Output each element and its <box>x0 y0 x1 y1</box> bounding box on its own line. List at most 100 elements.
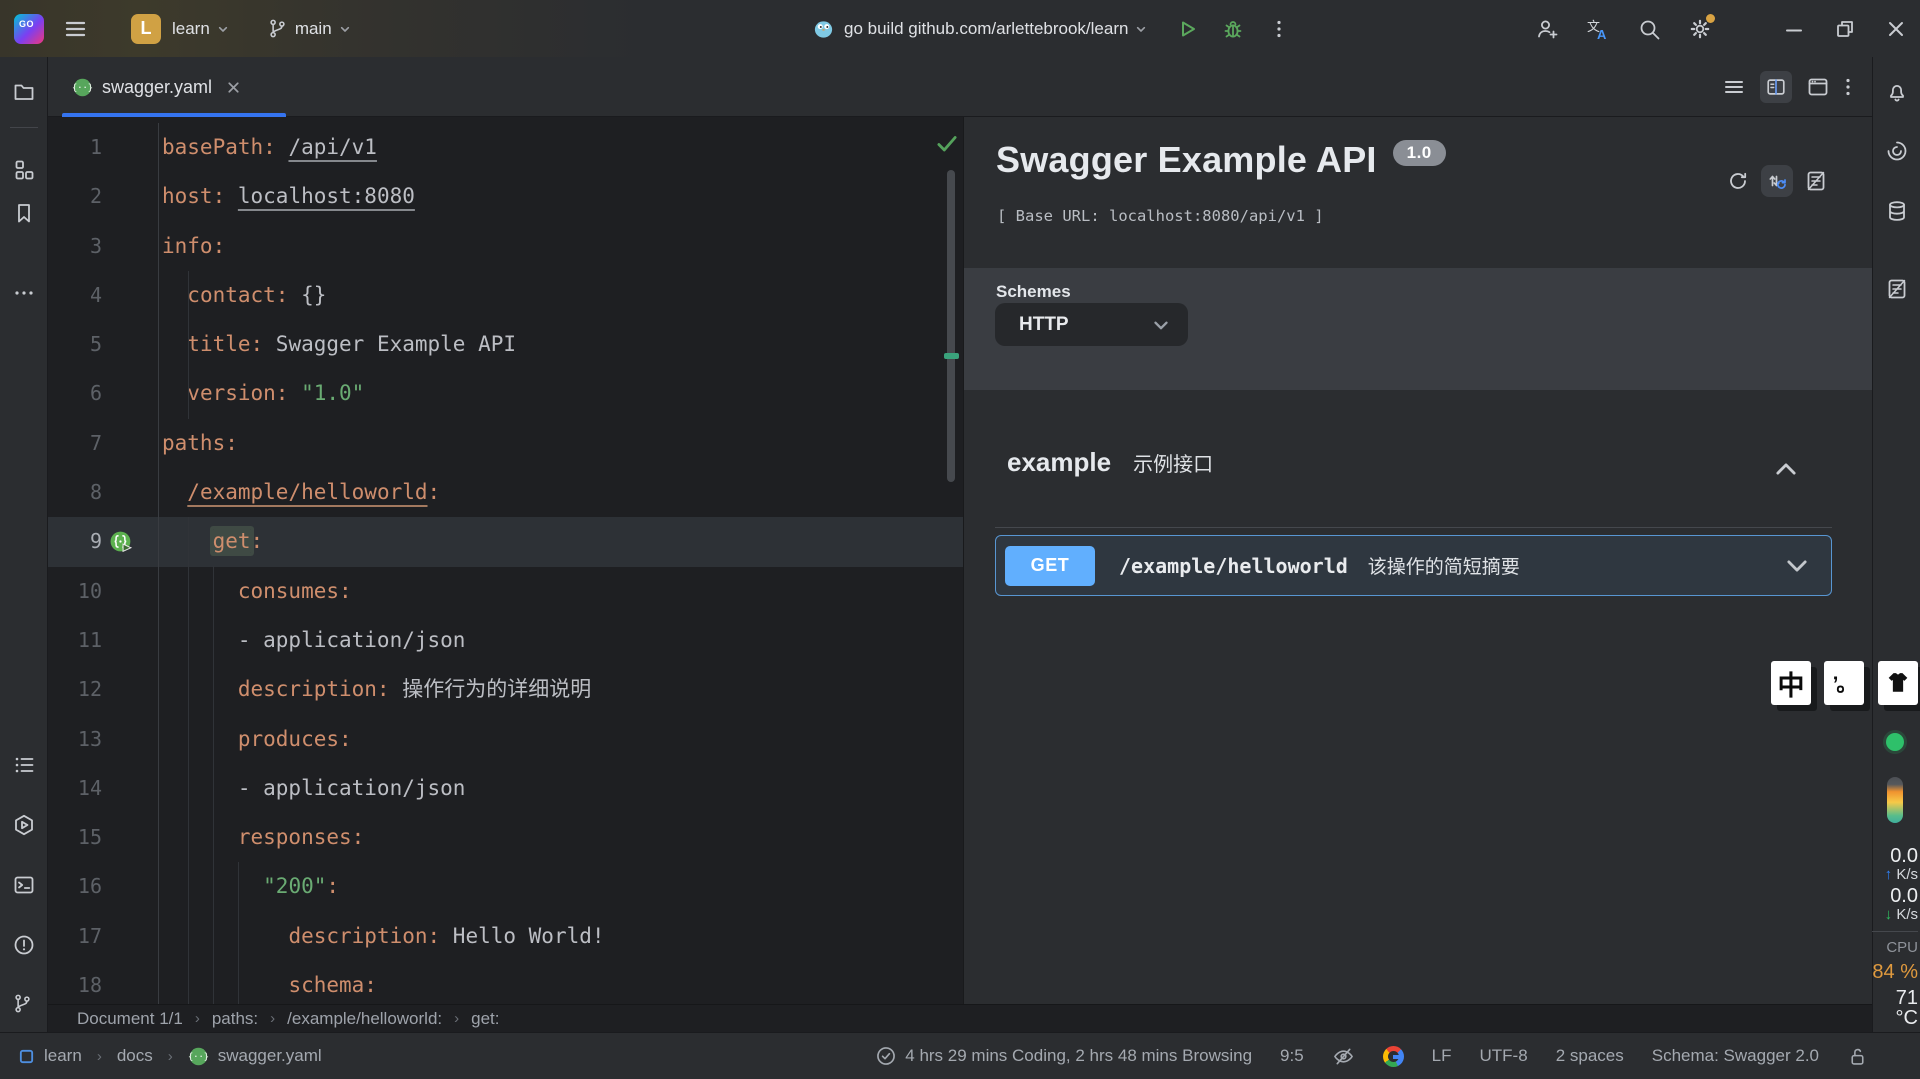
code-line-10[interactable]: 10 consumes: <box>48 567 963 616</box>
code-line-13[interactable]: 13 produces: <box>48 715 963 764</box>
google-icon[interactable] <box>1383 1046 1404 1067</box>
code-token[interactable]: /api/v1 <box>288 135 377 159</box>
database-tool-icon[interactable] <box>1885 199 1909 223</box>
code-line-17[interactable]: 17 description: Hello World! <box>48 912 963 961</box>
breadcrumb-item[interactable]: get: <box>471 1009 499 1029</box>
documentation-tool-icon[interactable] <box>1885 277 1909 301</box>
vcs-change-marker[interactable] <box>944 353 959 359</box>
more-tools-icon[interactable] <box>12 281 36 305</box>
search-everywhere-icon[interactable] <box>1637 17 1661 41</box>
branch-name: main <box>295 19 332 39</box>
restore-button[interactable] <box>1833 17 1857 41</box>
problems-tool-icon[interactable] <box>12 933 36 957</box>
code-line-5[interactable]: 5 title: Swagger Example API <box>48 320 963 369</box>
terminal-tool-icon[interactable] <box>12 873 36 897</box>
indent-setting[interactable]: 2 spaces <box>1556 1046 1624 1066</box>
code-line-6[interactable]: 6 version: "1.0" <box>48 369 963 418</box>
run-tool-icon[interactable] <box>12 813 36 837</box>
breadcrumb-item[interactable]: /example/helloworld: <box>287 1009 442 1029</box>
notifications-icon[interactable] <box>1885 80 1909 104</box>
structure-tool-icon[interactable] <box>12 158 36 182</box>
run-configuration[interactable]: go build github.com/arlettebrook/learn <box>844 19 1128 39</box>
code-line-3[interactable]: 3info: <box>48 222 963 271</box>
code-token[interactable]: localhost:8080 <box>238 184 415 208</box>
scheme-select[interactable]: HTTP <box>995 303 1188 346</box>
code-line-4[interactable]: 4 contact: {} <box>48 271 963 320</box>
temperature-value: 71 °C <box>1868 988 1918 1028</box>
caret-position[interactable]: 9:5 <box>1280 1046 1304 1066</box>
minimize-button[interactable] <box>1782 17 1806 41</box>
code-line-14[interactable]: 14 - application/json <box>48 764 963 813</box>
bookmarks-tool-icon[interactable] <box>12 201 36 225</box>
code-token: version: <box>187 381 288 405</box>
operation-row-get-helloworld[interactable]: GET /example/helloworld 该操作的简短摘要 <box>995 535 1832 596</box>
run-button[interactable] <box>1175 17 1199 41</box>
code-editor[interactable]: 1basePath: /api/v12host: localhost:80803… <box>48 117 963 1004</box>
more-actions-icon[interactable] <box>1267 17 1291 41</box>
code-line-7[interactable]: 7paths: <box>48 419 963 468</box>
sync-scroll-icon[interactable] <box>1761 165 1793 197</box>
proofread-off-icon[interactable] <box>1332 1045 1355 1068</box>
tab-swagger-yaml[interactable]: {··} swagger.yaml <box>62 57 256 117</box>
line-separator[interactable]: LF <box>1432 1046 1452 1066</box>
todo-tool-icon[interactable] <box>12 753 36 777</box>
code-token[interactable]: /example/helloworld <box>187 480 427 504</box>
ai-assistant-icon[interactable] <box>1885 139 1909 163</box>
code-line-18[interactable]: 18 schema: <box>48 961 963 1004</box>
ime-indicator[interactable]: 中 <box>1771 661 1811 705</box>
code-line-9[interactable]: 9 get: <box>48 517 963 566</box>
code-line-2[interactable]: 2host: localhost:8080 <box>48 172 963 221</box>
tag-description: 示例接口 <box>1133 448 1213 477</box>
http-method-badge[interactable]: GET <box>1005 546 1095 586</box>
code-line-12[interactable]: 12 description: 操作行为的详细说明 <box>48 665 963 714</box>
debug-button[interactable] <box>1221 17 1245 41</box>
run-api-gutter-icon[interactable] <box>102 517 159 566</box>
lock-open-icon[interactable] <box>1847 1046 1868 1067</box>
time-tracker-widget[interactable]: 4 hrs 29 mins Coding, 2 hrs 48 mins Brow… <box>875 1045 1252 1067</box>
file-encoding[interactable]: UTF-8 <box>1480 1046 1528 1066</box>
code-with-me-icon[interactable] <box>1535 17 1559 41</box>
operation-expand-icon[interactable] <box>1783 552 1811 580</box>
close-button[interactable] <box>1884 17 1908 41</box>
code-line-16[interactable]: 16 "200": <box>48 862 963 911</box>
swagger-preview-panel: Swagger Example API1.0 [ Base URL: local… <box>963 117 1872 1004</box>
operation-path[interactable]: /example/helloworld <box>1119 554 1348 578</box>
punctuation-indicator[interactable]: ’。 <box>1824 661 1864 705</box>
breadcrumb-item[interactable]: Document 1/1 <box>77 1009 183 1029</box>
indent-guide <box>188 271 189 419</box>
translate-icon[interactable]: 文A <box>1586 17 1610 41</box>
version-control-tool-icon[interactable] <box>12 993 33 1014</box>
code-line-11[interactable]: 11 - application/json <box>48 616 963 665</box>
code-line-15[interactable]: 15 responses: <box>48 813 963 862</box>
code-line-1[interactable]: 1basePath: /api/v1 <box>48 123 963 172</box>
open-in-browser-icon[interactable] <box>1806 75 1830 99</box>
settings-icon[interactable] <box>1688 17 1712 41</box>
preview-refresh-icon[interactable] <box>1726 169 1750 193</box>
branch-widget[interactable]: main <box>267 18 353 39</box>
code-token: info: <box>162 234 225 258</box>
status-folder[interactable]: docs <box>117 1046 153 1066</box>
skin-indicator[interactable] <box>1878 661 1918 705</box>
project-avatar[interactable]: L <box>131 14 161 44</box>
run-config-chevron-icon[interactable] <box>1133 21 1149 37</box>
project-tool-icon[interactable] <box>12 80 36 104</box>
tag-collapse-icon[interactable] <box>1772 455 1800 483</box>
inspections-ok-icon[interactable] <box>934 131 960 157</box>
preview-document-icon[interactable] <box>1804 169 1828 193</box>
editor-scrollbar-thumb[interactable] <box>947 170 955 482</box>
breadcrumb-item[interactable]: paths: <box>212 1009 258 1029</box>
editor-only-icon[interactable] <box>1722 75 1746 99</box>
code-line-8[interactable]: 8 /example/helloworld: <box>48 468 963 517</box>
gutter <box>102 665 159 714</box>
tab-close-icon[interactable] <box>225 79 242 96</box>
editor-more-icon[interactable] <box>1836 75 1860 99</box>
status-file[interactable]: swagger.yaml <box>218 1046 322 1066</box>
line-number: 1 <box>48 123 102 172</box>
project-chevron-icon[interactable] <box>215 21 231 37</box>
schema-setting[interactable]: Schema: Swagger 2.0 <box>1652 1046 1819 1066</box>
editor-and-preview-icon[interactable] <box>1760 71 1792 103</box>
main-menu-icon[interactable] <box>63 17 87 41</box>
project-name[interactable]: learn <box>172 19 210 39</box>
status-project[interactable]: learn <box>44 1046 82 1066</box>
line-number: 16 <box>48 862 102 911</box>
